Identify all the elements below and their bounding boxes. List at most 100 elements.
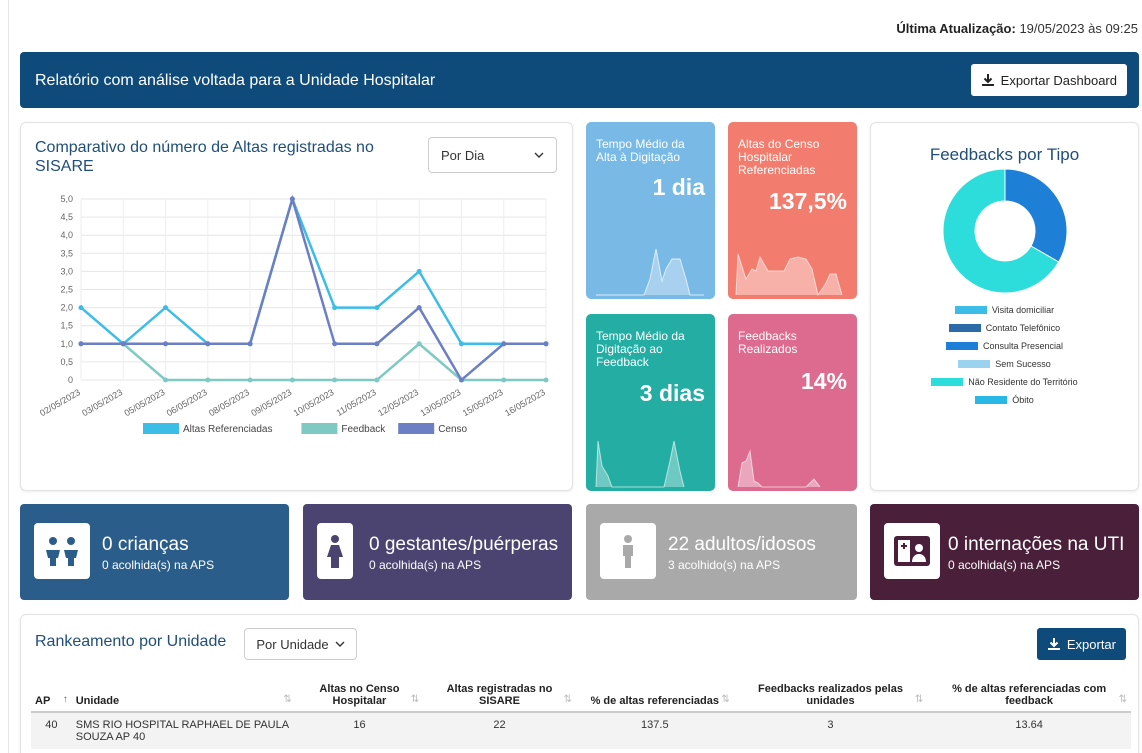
col-feedbacks[interactable]: Feedbacks realizados pelas unidades ⇅ <box>733 679 928 713</box>
series-point <box>458 341 464 347</box>
kpi-avg-entry-to-feedback: Tempo Médio da Digitação ao Feedback 3 d… <box>586 314 715 491</box>
legend-swatch <box>143 423 179 434</box>
line-chart-svg: 0 0,5 1,0 1,5 2,0 2,5 3,0 3,5 4,0 4,5 5,0 02/05/202… <box>38 194 549 435</box>
kpi-sparkline <box>596 248 704 296</box>
x-tick-label: 02/05/2023 <box>38 387 82 418</box>
kpi-feedbacks-done: Feedbacks Realizados 14% <box>728 314 857 491</box>
export-button[interactable]: Exportar <box>1036 628 1126 660</box>
x-tick-label: 08/05/2023 <box>207 387 251 418</box>
pie-legend-item[interactable]: Não Residente do Território <box>871 373 1138 391</box>
series-point <box>289 377 295 383</box>
legend-label: Consulta Presencial <box>982 341 1064 351</box>
series-point <box>205 341 211 347</box>
dashboard-page: Última Atualização: 19/05/2023 às 09:25 … <box>0 0 1142 753</box>
kpi-sparkline <box>737 449 821 488</box>
cell-ap: 40 <box>31 712 72 749</box>
x-tick-label: 11/05/2023 <box>334 387 377 418</box>
x-tick-label: 13/05/2023 <box>418 387 462 418</box>
stat-small: 3 acolhido(s) na APS <box>668 558 781 572</box>
left-divider <box>8 0 9 753</box>
cell-pct-referenciadas: 137.5 <box>575 712 734 749</box>
y-tick-label: 1,5 <box>60 321 73 331</box>
series-point <box>543 341 549 347</box>
cell-altas-sisare: 22 <box>423 712 576 749</box>
cell-altas-censo: 16 <box>295 712 424 749</box>
chevron-down-icon <box>335 641 345 647</box>
series-point <box>332 341 338 347</box>
legend-label: Não Residente do Território <box>968 377 1078 387</box>
stat-children: 0 crianças 0 acolhida(s) na APS <box>20 504 289 600</box>
stat-small: 0 acolhida(s) na APS <box>369 558 482 572</box>
pie-legend-item[interactable]: Visita domiciliar <box>871 301 1138 319</box>
legend-label: Óbito <box>1012 395 1034 405</box>
pregnant-icon <box>317 523 353 579</box>
report-banner: Relatório com análise voltada para a Uni… <box>20 52 1139 108</box>
col-altas-sisare[interactable]: Altas registradas no SISARE ⇅ <box>423 679 576 713</box>
ranking-group-select[interactable]: Por Unidade <box>244 628 357 660</box>
last-update-label: Última Atualização: <box>896 21 1016 36</box>
stat-pregnant: 0 gestantes/puérperas 0 acolhida(s) na A… <box>303 504 572 600</box>
cell-unidade: SMS RIO HOSPITAL RAPHAEL DE PAULA SOUZA … <box>71 712 296 749</box>
pie-legend-item[interactable]: Óbito <box>871 391 1138 409</box>
series-point <box>163 377 169 383</box>
kpi-sparkline <box>595 440 685 488</box>
period-select-value: Por Dia <box>441 147 485 163</box>
series-point <box>416 341 422 347</box>
series-point <box>501 341 507 347</box>
pie-legend-item[interactable]: Sem Sucesso <box>871 355 1138 373</box>
kpi-value: 1 dia <box>652 174 705 200</box>
pie-legend-item[interactable]: Consulta Presencial <box>871 337 1138 355</box>
y-tick-label: 3,0 <box>60 266 73 276</box>
kpi-label: Altas do Censo Hospitalar Referenciadas <box>738 137 820 177</box>
series-point <box>374 377 380 383</box>
kpi-value: 3 dias <box>639 380 705 406</box>
y-tick-label: 4,5 <box>60 212 73 222</box>
kpi-label: Tempo Médio da Digitação ao Feedback <box>596 329 685 369</box>
ranking-card: Rankeamento por Unidade Por Unidade Expo… <box>20 614 1139 753</box>
legend-label: Contato Telefônico <box>985 323 1061 333</box>
legend-swatch <box>954 306 987 314</box>
series-point <box>78 305 84 311</box>
legend-swatch <box>398 423 435 434</box>
series-point <box>247 341 253 347</box>
series-point <box>205 377 211 383</box>
export-dashboard-button[interactable]: Exportar Dashboard <box>970 64 1127 96</box>
legend-swatch <box>948 324 981 332</box>
col-pct-feedback[interactable]: % de altas referenciadas com feedback ⇅ <box>927 679 1131 713</box>
stat-big: 22 adultos/idosos <box>668 534 816 555</box>
stat-small: 0 acolhida(s) na APS <box>102 558 215 572</box>
series-point <box>416 268 422 274</box>
legend-label: Sem Sucesso <box>995 359 1051 369</box>
children-icon <box>34 523 90 579</box>
col-ap[interactable]: AP ↑ <box>31 679 72 713</box>
table-row: 40 SMS RIO HOSPITAL RAPHAEL DE PAULA SOU… <box>31 712 1131 749</box>
feedback-type-card: Feedbacks por Tipo Visita domiciliar Cont… <box>870 122 1139 491</box>
stat-small: 0 acolhida(s) na APS <box>948 558 1061 572</box>
series-point <box>163 341 169 347</box>
y-tick-label: 5,0 <box>60 194 73 204</box>
line-chart-card: Comparativo do número de Altas registrad… <box>20 122 573 491</box>
download-icon <box>981 74 994 86</box>
y-tick-label: 3,5 <box>60 248 73 258</box>
series-point <box>501 377 507 383</box>
legend-label: Visita domiciliar <box>991 305 1055 315</box>
col-pct-referenciadas[interactable]: % de altas referenciadas ⇅ <box>575 679 734 713</box>
col-unidade[interactable]: Unidade ⇅ <box>71 679 296 713</box>
cell-feedbacks: 3 <box>733 712 928 749</box>
y-tick-label: 1,0 <box>60 339 73 349</box>
col-altas-censo[interactable]: Altas no Censo Hospitalar ⇅ <box>295 679 424 713</box>
legend-label: Censo <box>438 424 467 435</box>
y-tick-label: 2,5 <box>60 285 73 295</box>
kpi-sparkline <box>735 253 843 297</box>
series-point <box>416 305 422 311</box>
series-point <box>78 341 84 347</box>
chevron-down-icon <box>534 152 544 158</box>
pie-legend: Visita domiciliar Contato Telefônico Consu… <box>871 301 1138 409</box>
series-point <box>374 305 380 311</box>
kpi-census-referenced: Altas do Censo Hospitalar Referenciadas … <box>728 122 857 299</box>
pie-legend-item[interactable]: Contato Telefônico <box>871 319 1138 337</box>
stat-big: 0 gestantes/puérperas <box>369 534 559 555</box>
download-icon <box>1047 638 1060 650</box>
x-tick-label: 03/05/2023 <box>80 387 124 418</box>
report-title: Relatório com análise voltada para a Uni… <box>35 72 436 89</box>
